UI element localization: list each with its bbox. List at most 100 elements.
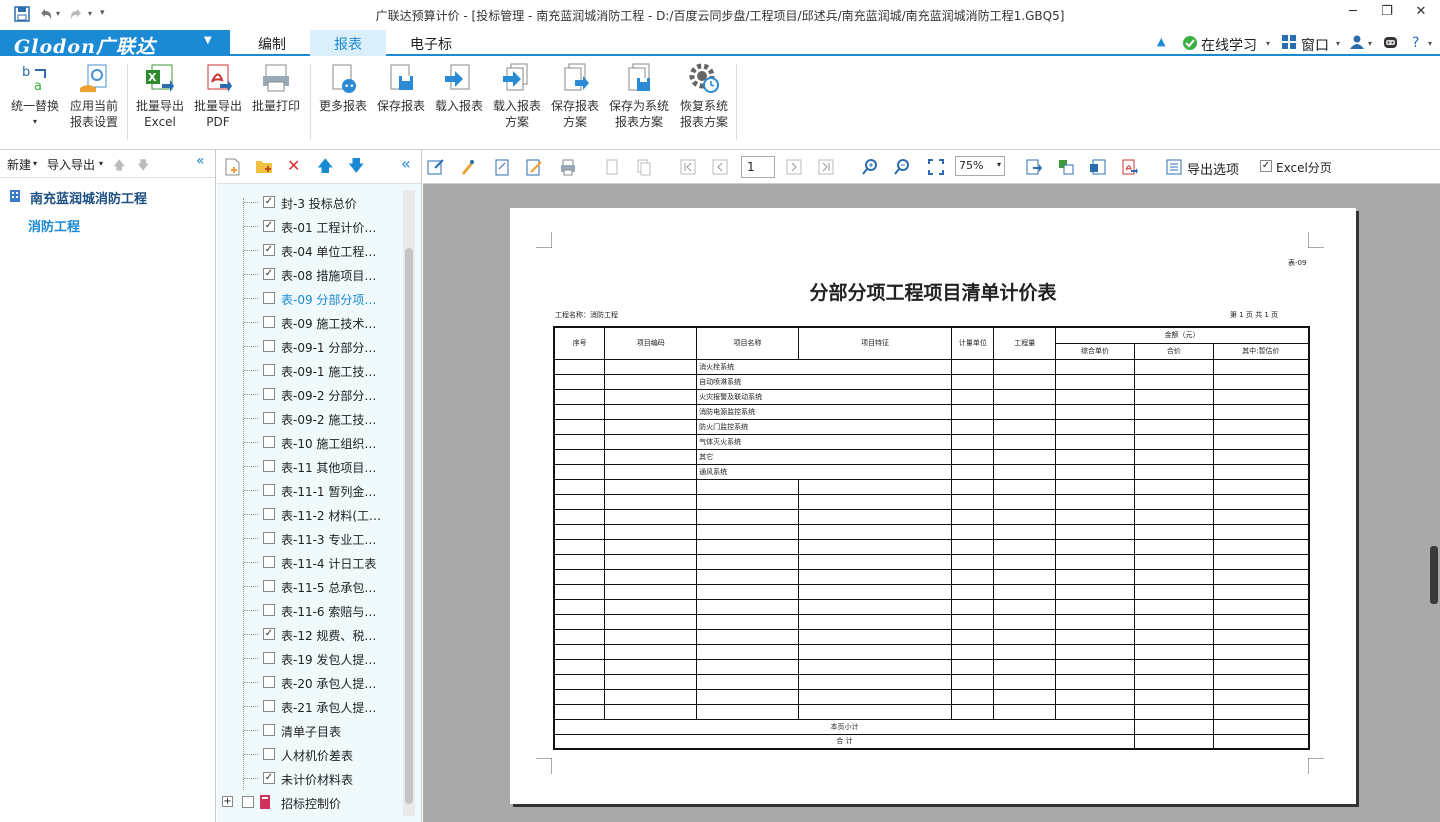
report-list-item[interactable]: 表-11-5 总承包…: [217, 574, 402, 598]
window-menu-button[interactable]: 窗口: [1301, 35, 1329, 55]
report-list-item[interactable]: ✓ 表-04 单位工程…: [217, 238, 402, 262]
export-pdf-icon[interactable]: [1121, 158, 1139, 176]
report-checkbox[interactable]: ✓: [263, 196, 275, 208]
report-list-item[interactable]: 表-09-2 施工技…: [217, 406, 402, 430]
new-report-icon[interactable]: [225, 158, 241, 179]
report-list-item[interactable]: 表-11 其他项目…: [217, 454, 402, 478]
report-checkbox[interactable]: [263, 580, 275, 592]
export-word-icon[interactable]: [1089, 158, 1107, 176]
report-checkbox[interactable]: ✓: [263, 244, 275, 256]
edit-report-icon[interactable]: [427, 158, 445, 176]
expand-icon[interactable]: +: [222, 796, 233, 807]
report-checkbox[interactable]: [263, 508, 275, 520]
report-list-item[interactable]: ✓ 表-12 规费、税…: [217, 622, 402, 646]
excel-split-checkbox[interactable]: ✓: [1260, 160, 1272, 172]
move-down-icon[interactable]: 🡇: [348, 155, 364, 182]
more-reports-button[interactable]: ••• 更多报表: [316, 62, 370, 114]
report-list-item[interactable]: ✓ 未计价材料表: [217, 766, 402, 790]
tree-root-project[interactable]: 南充蓝润城消防工程: [30, 188, 147, 207]
report-list-item[interactable]: 表-19 发包人提…: [217, 646, 402, 670]
window-grid-icon[interactable]: [1282, 35, 1296, 53]
import-export-dropdown-icon[interactable]: ▾: [99, 159, 103, 168]
restore-icon[interactable]: ❐: [1376, 4, 1398, 22]
group-checkbox[interactable]: [242, 796, 254, 808]
report-checkbox[interactable]: [263, 532, 275, 544]
unify-replace-button[interactable]: ba 统一替换 ▾: [6, 62, 64, 130]
report-list-item[interactable]: 表-11-3 专业工…: [217, 526, 402, 550]
window-dropdown-icon[interactable]: ▾: [1336, 39, 1340, 48]
online-learning-button[interactable]: 在线学习: [1201, 35, 1257, 55]
design-pen-icon[interactable]: [459, 158, 477, 176]
report-checkbox[interactable]: [263, 484, 275, 496]
online-learning-icon[interactable]: [1182, 35, 1198, 55]
report-checkbox[interactable]: [263, 412, 275, 424]
report-checkbox[interactable]: [263, 292, 275, 304]
move-up-icon[interactable]: 🡅: [113, 156, 125, 177]
prev-page-icon[interactable]: [711, 158, 729, 176]
fit-page-icon[interactable]: [927, 158, 945, 176]
list-scrollbar[interactable]: [403, 190, 415, 816]
report-list-item[interactable]: ✓ 表-01 工程计价…: [217, 214, 402, 238]
page-number-input[interactable]: 1: [741, 156, 775, 178]
report-list-item[interactable]: 表-10 施工组织…: [217, 430, 402, 454]
load-report-button[interactable]: 载入报表: [432, 62, 486, 114]
new-dropdown-icon[interactable]: ▾: [33, 159, 37, 168]
zoom-select[interactable]: 75% ▾: [955, 156, 1005, 176]
save-as-system-scheme-button[interactable]: 保存为系统 报表方案: [606, 62, 672, 130]
report-checkbox[interactable]: ✓: [263, 772, 275, 784]
export-excel-icon[interactable]: [1025, 158, 1043, 176]
report-checkbox[interactable]: [263, 676, 275, 688]
first-page-icon[interactable]: [679, 158, 697, 176]
report-list-item[interactable]: 表-09-1 分部分…: [217, 334, 402, 358]
user-dropdown-icon[interactable]: ▾: [1368, 39, 1372, 48]
zoom-in-icon[interactable]: [861, 158, 879, 176]
export-sheet-icon[interactable]: [1057, 158, 1075, 176]
report-checkbox[interactable]: ✓: [263, 220, 275, 232]
collapse-ribbon-icon[interactable]: ▲: [1157, 35, 1165, 48]
report-list-item[interactable]: ✓ 封-3 投标总价: [217, 190, 402, 214]
batch-export-excel-button[interactable]: X 批量导出 Excel: [132, 62, 188, 130]
single-page-icon[interactable]: [603, 158, 621, 176]
report-list-item[interactable]: 表-21 承包人提…: [217, 694, 402, 718]
help-dropdown-icon[interactable]: ▾: [1428, 39, 1432, 48]
help-icon[interactable]: ?: [1412, 35, 1419, 51]
report-list-item[interactable]: 表-09-2 分部分…: [217, 382, 402, 406]
preview-scrollbar-thumb[interactable]: [1430, 546, 1438, 604]
print-icon[interactable]: [559, 158, 577, 176]
report-checkbox[interactable]: [263, 364, 275, 376]
report-checkbox[interactable]: [263, 388, 275, 400]
page-setup-icon[interactable]: [493, 158, 511, 176]
report-checkbox[interactable]: ✓: [263, 628, 275, 640]
report-list-item[interactable]: 表-11-2 材料(工…: [217, 502, 402, 526]
report-list-item[interactable]: 表-11-1 暂列金…: [217, 478, 402, 502]
new-button[interactable]: 新建: [7, 156, 31, 173]
tab-report[interactable]: 报表: [334, 34, 362, 54]
report-list-item[interactable]: ✓ 表-08 措施项目…: [217, 262, 402, 286]
robot-assistant-icon[interactable]: [1383, 35, 1398, 54]
collapse-list-icon[interactable]: «: [401, 154, 411, 173]
user-icon[interactable]: [1350, 35, 1364, 53]
delete-icon[interactable]: ✕: [287, 156, 300, 175]
report-checkbox[interactable]: [263, 748, 275, 760]
collapse-panel-icon[interactable]: «: [196, 153, 205, 169]
report-list-item[interactable]: 清单子目表: [217, 718, 402, 742]
report-checkbox[interactable]: [263, 724, 275, 736]
save-report-button[interactable]: 保存报表: [374, 62, 428, 114]
import-export-button[interactable]: 导入导出: [47, 156, 95, 173]
report-checkbox[interactable]: [263, 340, 275, 352]
report-checkbox[interactable]: [263, 652, 275, 664]
list-scrollbar-thumb[interactable]: [405, 248, 413, 804]
edit-document-icon[interactable]: [525, 158, 543, 176]
save-report-scheme-button[interactable]: 保存报表 方案: [548, 62, 602, 130]
report-list-item[interactable]: 表-09 施工技术…: [217, 310, 402, 334]
report-list-item[interactable]: 表-11-4 计日工表: [217, 550, 402, 574]
report-checkbox[interactable]: [263, 556, 275, 568]
report-list-item[interactable]: 表-11-6 索赔与…: [217, 598, 402, 622]
close-icon[interactable]: ✕: [1410, 4, 1432, 22]
online-learning-dropdown-icon[interactable]: ▾: [1266, 39, 1270, 48]
report-list-item[interactable]: 表-20 承包人提…: [217, 670, 402, 694]
export-options-icon[interactable]: [1165, 158, 1183, 176]
new-folder-icon[interactable]: [255, 158, 273, 177]
next-page-icon[interactable]: [785, 158, 803, 176]
report-checkbox[interactable]: [263, 460, 275, 472]
